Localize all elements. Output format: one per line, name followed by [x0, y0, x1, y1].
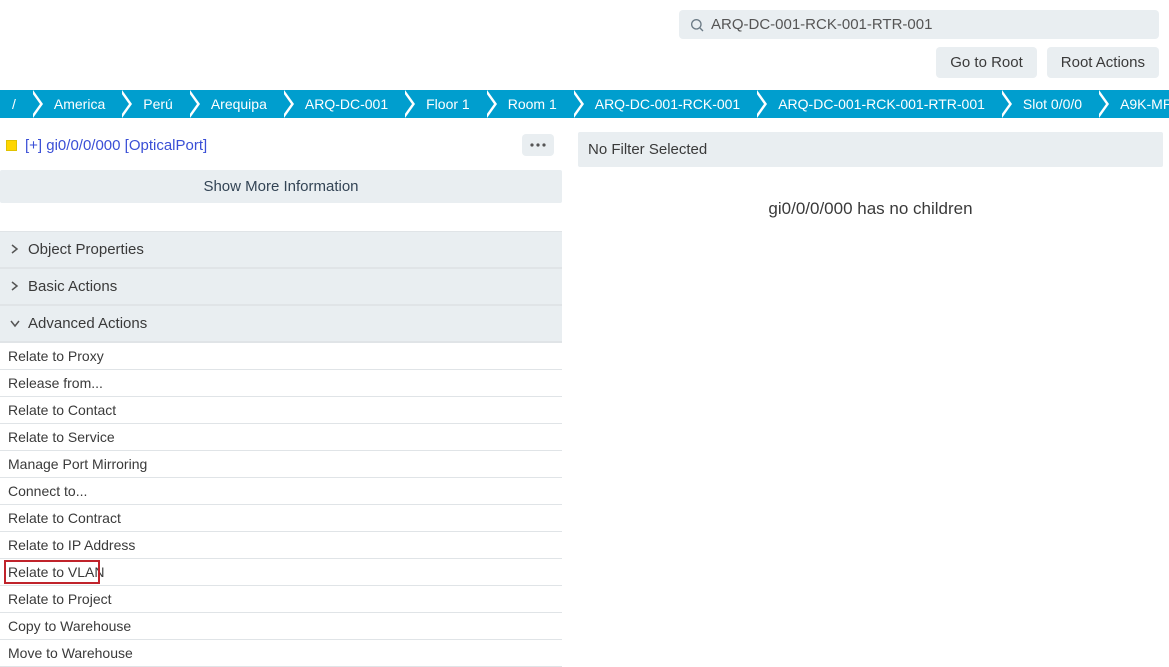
left-panel: [+] gi0/0/0/000 [OpticalPort] Show More …: [0, 132, 562, 667]
action-item[interactable]: Relate to Proxy: [0, 343, 562, 370]
chevron-right-icon: [10, 278, 20, 295]
breadcrumb-item[interactable]: ARQ-DC-001: [281, 90, 402, 118]
go-to-root-button[interactable]: Go to Root: [936, 47, 1037, 78]
empty-message: gi0/0/0/000 has no children: [578, 167, 1163, 219]
more-button[interactable]: [522, 134, 554, 156]
show-more-info-button[interactable]: Show More Information: [0, 170, 562, 203]
action-item[interactable]: Relate to Project: [0, 586, 562, 613]
advanced-actions-list: Relate to ProxyRelease from...Relate to …: [0, 342, 562, 667]
action-item[interactable]: Copy to Warehouse: [0, 613, 562, 640]
breadcrumb-item[interactable]: ARQ-DC-001-RCK-001: [571, 90, 754, 118]
filter-header[interactable]: No Filter Selected: [578, 132, 1163, 167]
breadcrumb-item[interactable]: Room 1: [484, 90, 571, 118]
breadcrumb-item[interactable]: ARQ-DC-001-RCK-001-RTR-001: [754, 90, 999, 118]
action-item[interactable]: Release from...: [0, 370, 562, 397]
root-actions-button[interactable]: Root Actions: [1047, 47, 1159, 78]
action-item[interactable]: Relate to Contract: [0, 505, 562, 532]
action-item[interactable]: Relate to Service: [0, 424, 562, 451]
chevron-down-icon: [10, 315, 20, 332]
search-icon: [689, 17, 705, 33]
ellipsis-icon: [528, 138, 548, 152]
action-item[interactable]: Move to Warehouse: [0, 640, 562, 667]
search-input[interactable]: [711, 16, 1149, 33]
section-label: Basic Actions: [28, 278, 117, 295]
action-item[interactable]: Manage Port Mirroring: [0, 451, 562, 478]
right-panel: No Filter Selected gi0/0/0/000 has no ch…: [578, 132, 1169, 667]
breadcrumb-item[interactable]: Slot 0/0/0: [999, 90, 1096, 118]
section-object-properties[interactable]: Object Properties: [0, 231, 562, 268]
section-label: Advanced Actions: [28, 315, 147, 332]
section-label: Object Properties: [28, 241, 144, 258]
breadcrumb-item[interactable]: America: [30, 90, 119, 118]
search-box[interactable]: [679, 10, 1159, 39]
breadcrumb-item[interactable]: /: [0, 90, 30, 118]
chevron-right-icon: [10, 241, 20, 258]
section-advanced-actions[interactable]: Advanced Actions: [0, 305, 562, 342]
status-square-icon: [6, 140, 17, 151]
breadcrumb-item[interactable]: Arequipa: [187, 90, 281, 118]
action-item[interactable]: Relate to Contact: [0, 397, 562, 424]
action-item[interactable]: Connect to...: [0, 478, 562, 505]
action-item[interactable]: Relate to IP Address: [0, 532, 562, 559]
action-item[interactable]: Relate to VLAN: [0, 559, 562, 586]
object-title[interactable]: [+] gi0/0/0/000 [OpticalPort]: [25, 137, 207, 154]
breadcrumb: /AmericaPerúArequipaARQ-DC-001Floor 1Roo…: [0, 90, 1169, 118]
section-basic-actions[interactable]: Basic Actions: [0, 268, 562, 305]
